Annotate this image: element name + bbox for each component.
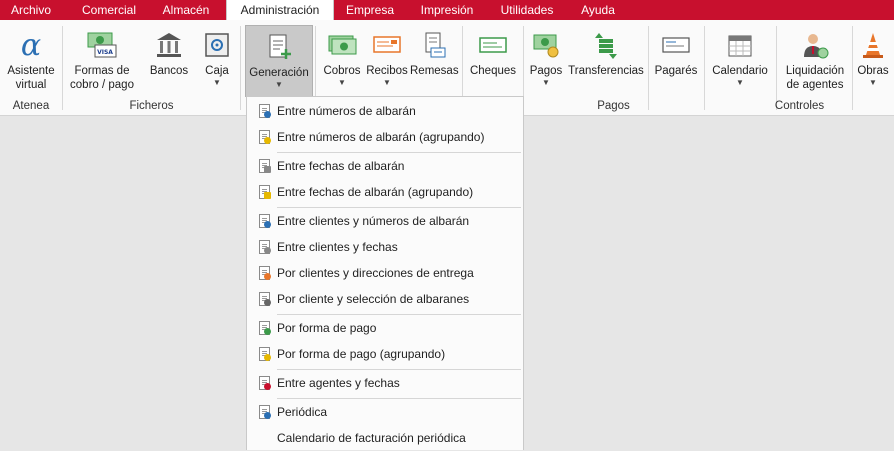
group-separator: [240, 26, 241, 110]
chevron-down-icon: ▼: [213, 78, 221, 87]
menu-item-entre-clientes-fechas[interactable]: Entre clientes y fechas: [247, 234, 523, 260]
safe-icon: [200, 28, 234, 62]
group-label-pagos: Pagos: [597, 100, 630, 112]
menu-bar: Archivo Comercial Almacén Administración…: [0, 0, 894, 20]
recibos-label: Recibos: [366, 65, 408, 77]
formas-cobro-pago-label: Formas de cobro / pago: [70, 65, 134, 91]
tab-impresion[interactable]: Impresión: [410, 0, 484, 20]
menu-item-calendario-facturacion-periodica[interactable]: Calendario de facturación periódica: [247, 425, 523, 451]
chevron-down-icon: ▼: [542, 78, 550, 87]
cash-icon: [325, 28, 359, 62]
cheques-label: Cheques: [469, 65, 517, 77]
menu-item-por-clientes-direcciones-entrega[interactable]: Por clientes y direcciones de entrega: [247, 260, 523, 286]
document-payment-icon: [257, 320, 271, 336]
chevron-down-icon: ▼: [275, 80, 283, 89]
document-calendar-group-icon: [257, 184, 271, 200]
caja-label: Caja: [205, 65, 229, 77]
chevron-down-icon: ▼: [383, 78, 391, 87]
group-label-atenea: Atenea: [12, 100, 50, 112]
menu-item-entre-numeros-albaran[interactable]: Entre números de albarán: [247, 98, 523, 124]
group-label-controles: Controles: [774, 100, 825, 112]
document-numbers-icon: [257, 103, 271, 119]
document-payment-group-icon: [257, 346, 271, 362]
svg-text:VISA: VISA: [97, 49, 113, 56]
menu-item-por-forma-pago-agrupando[interactable]: Por forma de pago (agrupando): [247, 341, 523, 367]
liquidacion-agentes-label: Liquidación de agentes: [785, 65, 845, 91]
group-label-ficheros: Ficheros: [129, 100, 174, 112]
obras-label: Obras: [857, 65, 889, 77]
document-periodic-icon: [257, 404, 271, 420]
tab-ayuda[interactable]: Ayuda: [570, 0, 626, 20]
chevron-down-icon: ▼: [736, 78, 744, 87]
menu-item-entre-numeros-albaran-agrupando[interactable]: Entre números de albarán (agrupando): [247, 124, 523, 150]
document-agent-icon: [257, 375, 271, 391]
menu-item-entre-agentes-fechas[interactable]: Entre agentes y fechas: [247, 370, 523, 396]
pagares-label: Pagarés: [654, 65, 698, 77]
tab-almacen[interactable]: Almacén: [150, 0, 222, 20]
calendario-label: Calendario: [712, 65, 768, 77]
tab-empresa[interactable]: Empresa: [336, 0, 404, 20]
document-select-icon: [257, 291, 271, 307]
menu-item-periodica[interactable]: Periódica: [247, 399, 523, 425]
bank-icon: [152, 28, 186, 62]
tab-administracion[interactable]: Administración: [226, 0, 334, 20]
alpha-icon: α: [14, 28, 48, 62]
chevron-down-icon: ▼: [869, 78, 877, 87]
pagos-label: Pagos: [529, 65, 563, 77]
menu-item-por-cliente-seleccion-albaranes[interactable]: Por cliente y selección de albaranes: [247, 286, 523, 312]
receipt-icon: [370, 28, 404, 62]
promissory-note-icon: [659, 28, 693, 62]
document-client-icon: [257, 213, 271, 229]
tab-archivo[interactable]: Archivo: [0, 0, 62, 20]
remesas-label: Remesas: [410, 65, 459, 77]
menu-item-por-forma-pago[interactable]: Por forma de pago: [247, 315, 523, 341]
menu-item-entre-clientes-numeros-albaran[interactable]: Entre clientes y números de albarán: [247, 208, 523, 234]
agent-icon: [798, 28, 832, 62]
payments-icon: [529, 28, 563, 62]
menu-item-entre-fechas-albaran-agrupando[interactable]: Entre fechas de albarán (agrupando): [247, 179, 523, 205]
transferencias-label: Transferencias: [568, 65, 644, 77]
generacion-button[interactable]: Generación ▼: [245, 25, 313, 97]
svg-text:α: α: [21, 30, 41, 60]
chevron-down-icon: ▼: [338, 78, 346, 87]
remittance-icon: [417, 28, 451, 62]
asistente-virtual-label: Asistente virtual: [7, 65, 55, 91]
tab-utilidades[interactable]: Utilidades: [490, 0, 564, 20]
document-group-icon: [257, 129, 271, 145]
transfer-icon: [589, 28, 623, 62]
tab-comercial[interactable]: Comercial: [68, 0, 150, 20]
bancos-label: Bancos: [149, 65, 189, 77]
calendar-icon: [723, 28, 757, 62]
generacion-label: Generación: [249, 67, 309, 79]
menu-item-entre-fechas-albaran[interactable]: Entre fechas de albarán: [247, 153, 523, 179]
document-client-calendar-icon: [257, 239, 271, 255]
money-card-icon: VISA: [85, 28, 119, 62]
cobros-label: Cobros: [323, 65, 361, 77]
traffic-cone-icon: [856, 28, 890, 62]
cheque-icon: [476, 28, 510, 62]
generacion-dropdown-menu: Entre números de albarán Entre números d…: [246, 96, 524, 450]
document-calendar-icon: [257, 158, 271, 174]
document-delivery-icon: [257, 265, 271, 281]
document-add-icon: [262, 30, 296, 64]
